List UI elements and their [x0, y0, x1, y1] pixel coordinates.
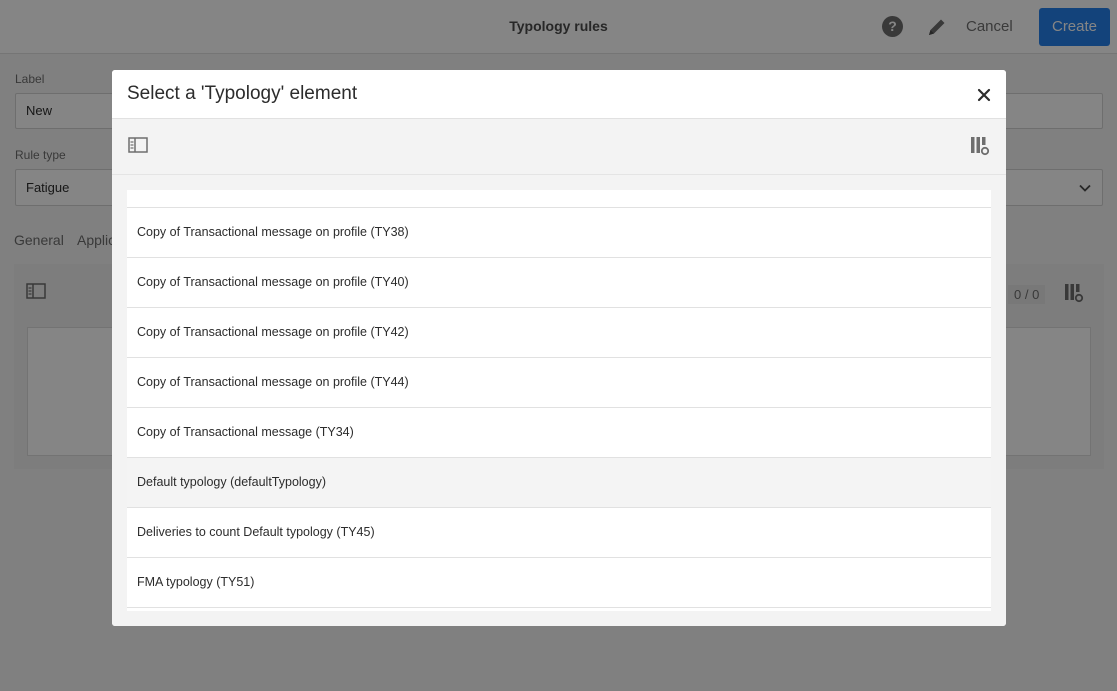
list-item[interactable]: Deliveries to count Default typology (TY…: [127, 508, 991, 558]
list-item[interactable]: Copy of Transactional message on profile…: [127, 208, 991, 258]
list-item[interactable]: Copy of Transactional message on profile…: [127, 258, 991, 308]
close-icon[interactable]: [974, 85, 994, 105]
dialog-title: Select a 'Typology' element: [127, 83, 358, 104]
column-settings-icon[interactable]: [970, 136, 990, 156]
list-item-partial[interactable]: [127, 190, 991, 208]
dialog-toolbar: [112, 119, 1006, 175]
list-item[interactable]: FMA typology (TY51): [127, 558, 991, 608]
list-item[interactable]: Copy of Transactional message (TY34): [127, 408, 991, 458]
select-typology-dialog: Select a 'Typology' element Copy of Tran…: [112, 70, 1006, 626]
typology-list[interactable]: Copy of Transactional message on profile…: [127, 190, 991, 611]
sidebar-toggle-icon[interactable]: [128, 137, 148, 153]
list-item-hovered[interactable]: Default typology (defaultTypology): [127, 458, 991, 508]
list-item[interactable]: Copy of Transactional message on profile…: [127, 308, 991, 358]
dialog-header: Select a 'Typology' element: [112, 70, 1006, 119]
dialog-footer-strip: [112, 611, 1006, 626]
list-item[interactable]: Copy of Transactional message on profile…: [127, 358, 991, 408]
